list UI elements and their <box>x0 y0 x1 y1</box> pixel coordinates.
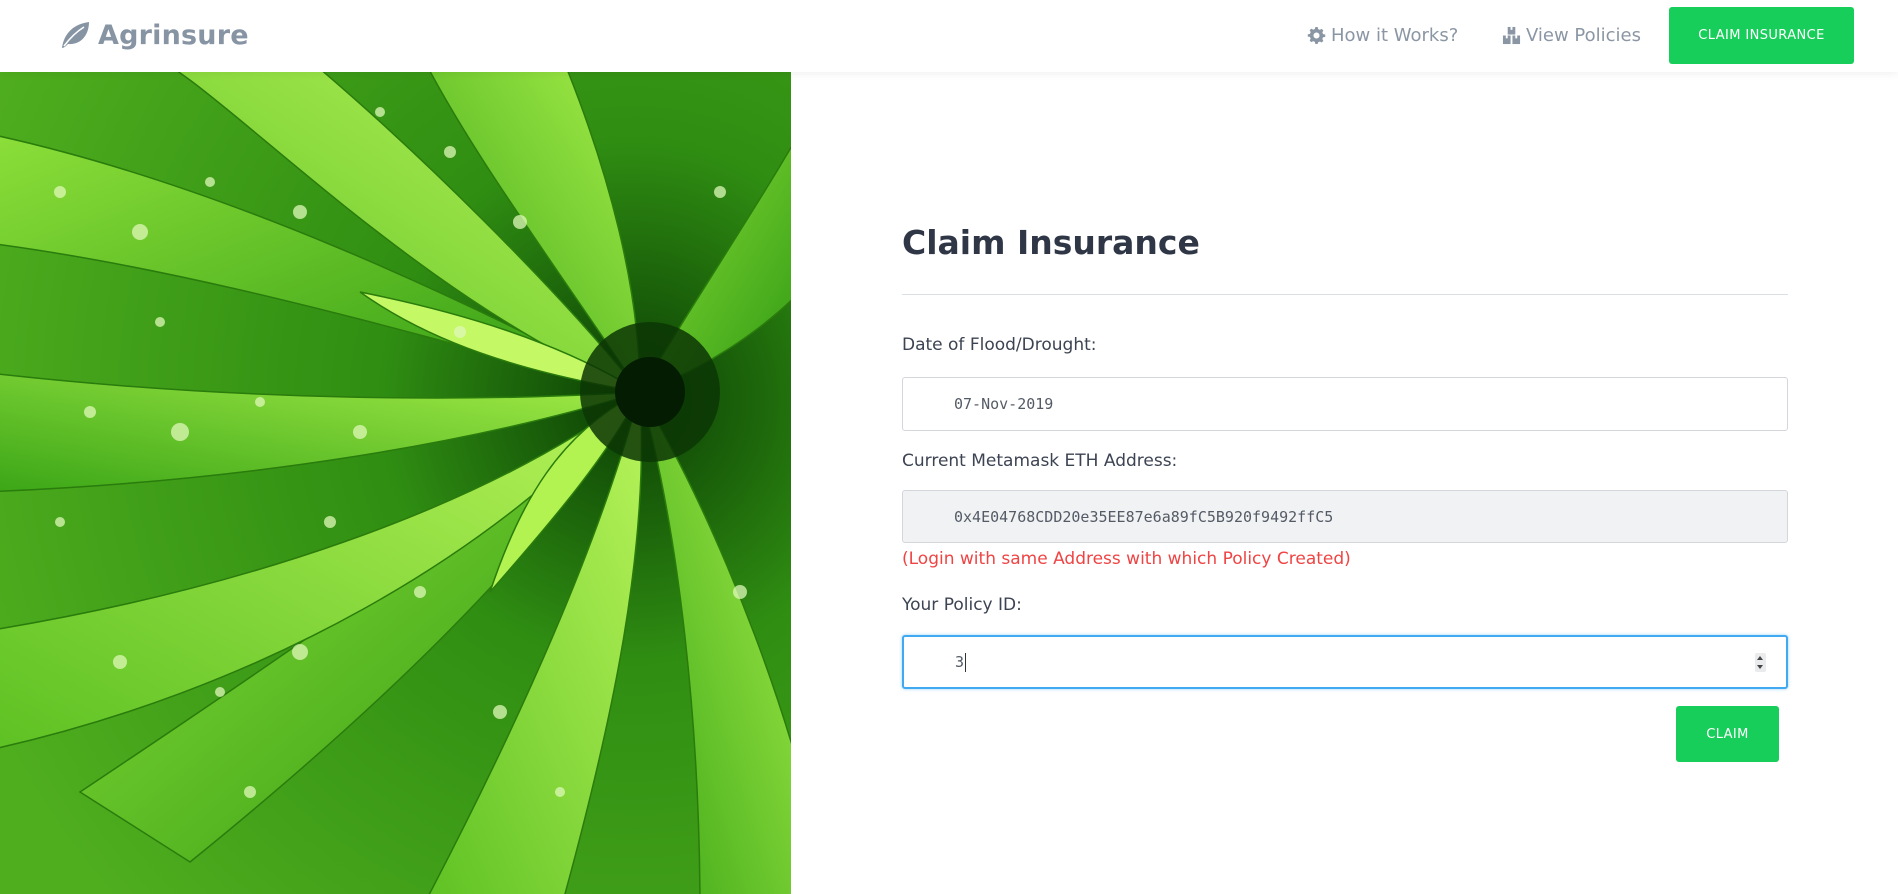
date-input[interactable]: 07-Nov-2019 <box>902 377 1788 431</box>
claim-button[interactable]: CLAIM <box>1676 706 1779 762</box>
boxes-icon <box>1502 26 1521 44</box>
eth-address-input: 0x4E04768CDD20e35EE87e6a89fC5B920f9492ff… <box>902 490 1788 543</box>
eth-address-label: Current Metamask ETH Address: <box>902 451 1178 471</box>
leaf-icon <box>62 22 89 48</box>
nav-view-policies[interactable]: View Policies <box>1502 22 1641 48</box>
policy-id-value: 3 <box>955 653 965 671</box>
claim-insurance-button[interactable]: CLAIM INSURANCE <box>1669 7 1854 64</box>
nav-how-it-works[interactable]: How it Works? <box>1307 22 1458 48</box>
address-warning: (Login with same Address with which Poli… <box>902 549 1351 569</box>
hero-image <box>0 72 791 894</box>
title-divider <box>902 294 1788 295</box>
plant-leaves-image <box>0 72 791 894</box>
date-label: Date of Flood/Drought: <box>902 335 1097 355</box>
gear-icon <box>1307 26 1326 44</box>
eth-address-value: 0x4E04768CDD20e35EE87e6a89fC5B920f9492ff… <box>954 507 1334 526</box>
number-spinner[interactable] <box>1755 653 1766 672</box>
brand-logo[interactable]: Agrinsure <box>58 17 249 53</box>
page-title: Claim Insurance <box>902 223 1200 262</box>
policy-id-label: Your Policy ID: <box>902 595 1022 615</box>
navbar: Agrinsure How it Works? View Policies CL… <box>0 0 1898 72</box>
nav-view-label: View Policies <box>1526 24 1642 46</box>
date-value: 07-Nov-2019 <box>954 395 1054 413</box>
text-caret <box>965 652 967 672</box>
policy-id-input[interactable]: 3 <box>902 635 1788 689</box>
nav-how-label: How it Works? <box>1331 24 1459 46</box>
brand-name: Agrinsure <box>98 19 249 51</box>
